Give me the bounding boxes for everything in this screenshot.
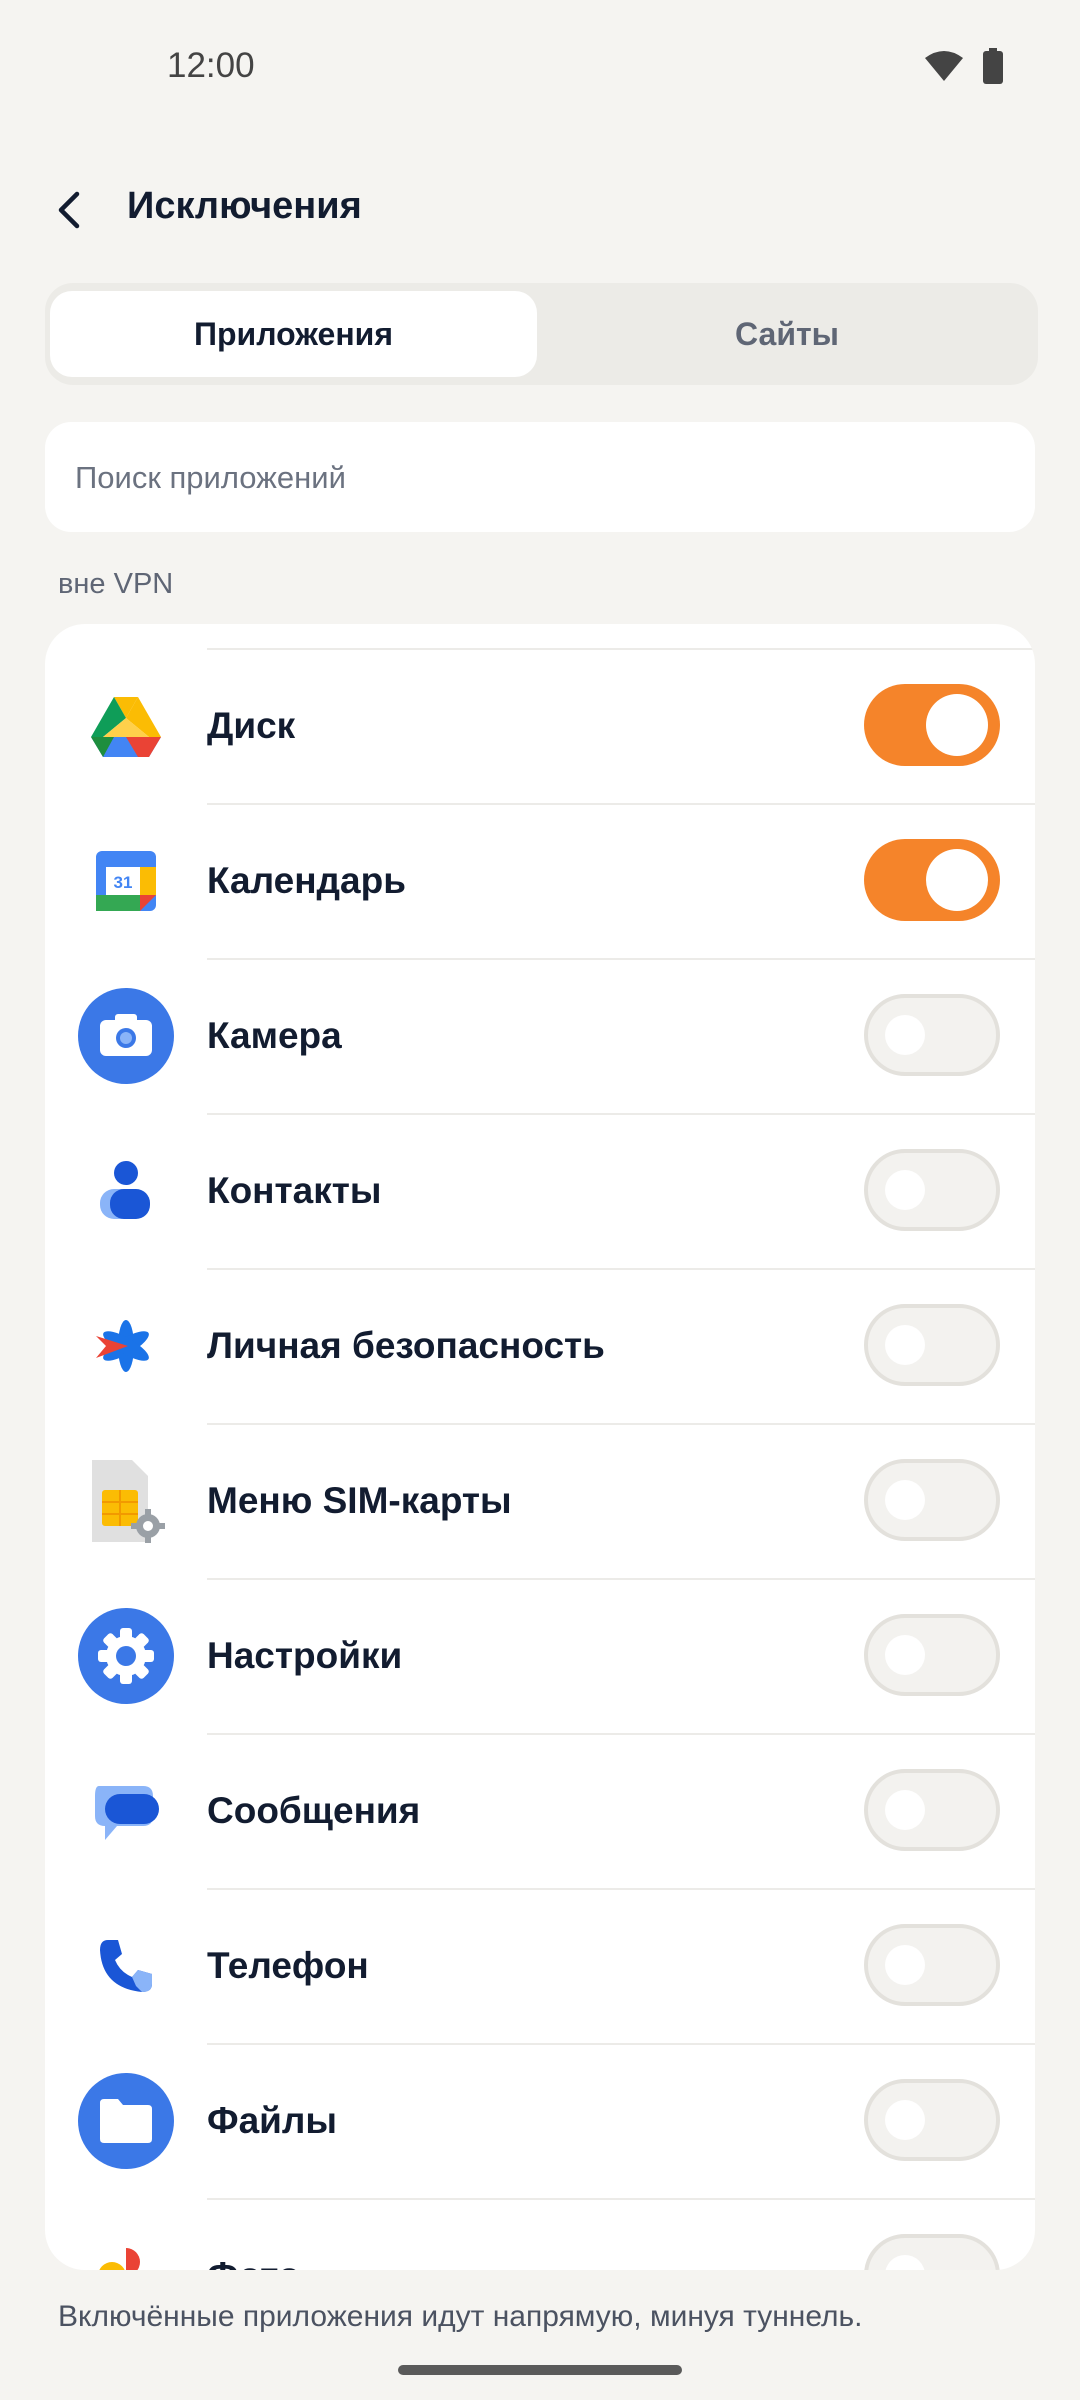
list-item[interactable]: Файлы xyxy=(45,2043,1035,2198)
tab-sites[interactable]: Сайты xyxy=(542,291,1032,377)
settings-icon xyxy=(78,1608,174,1704)
app-name: Контакты xyxy=(207,1170,382,1211)
toggle-knob xyxy=(885,2100,925,2140)
list-item[interactable]: Диск xyxy=(45,648,1035,803)
toggle-switch[interactable] xyxy=(864,684,1000,766)
app-name: Настройки xyxy=(207,1635,403,1676)
list-item[interactable]: Камера xyxy=(45,958,1035,1113)
toggle-knob xyxy=(885,1635,925,1675)
app-name: Камера xyxy=(207,1015,342,1056)
contacts-icon xyxy=(78,1143,174,1239)
battery-icon xyxy=(982,48,1004,89)
page-title: Исключения xyxy=(127,185,362,227)
toggle-knob xyxy=(885,1170,925,1210)
list-item[interactable]: Телефон xyxy=(45,1888,1035,2043)
toggle-switch[interactable] xyxy=(864,1304,1000,1386)
app-name: Личная безопасность xyxy=(207,1325,605,1366)
status-time: 12:00 xyxy=(167,46,255,85)
sim-card-icon xyxy=(78,1453,174,1549)
app-name: Диск xyxy=(207,705,296,746)
photos-icon xyxy=(78,2228,174,2270)
app-name: Фото xyxy=(207,2198,301,2270)
personal-safety-icon xyxy=(78,1298,174,1394)
list-item[interactable]: Фото xyxy=(45,2198,1035,2270)
toggle-switch[interactable] xyxy=(864,994,1000,1076)
toggle-switch[interactable] xyxy=(864,1614,1000,1696)
tab-bar: Приложения Сайты xyxy=(45,283,1038,385)
toggle-switch[interactable] xyxy=(864,2234,1000,2270)
status-bar: 12:00 xyxy=(0,0,1080,130)
list-item[interactable]: 31 Календарь xyxy=(45,803,1035,958)
back-button[interactable] xyxy=(40,180,100,240)
toggle-switch[interactable] xyxy=(864,2079,1000,2161)
app-name: Файлы xyxy=(207,2100,338,2141)
toggle-knob xyxy=(885,1325,925,1365)
toggle-switch[interactable] xyxy=(864,839,1000,921)
list-item[interactable]: Личная безопасность xyxy=(45,1268,1035,1423)
section-label: вне VPN xyxy=(58,568,174,600)
wifi-icon xyxy=(924,50,964,87)
google-drive-icon xyxy=(78,678,174,774)
footer-note: Включённые приложения идут напрямую, мин… xyxy=(58,2300,863,2333)
list-item[interactable]: Настройки xyxy=(45,1578,1035,1733)
header: Исключения xyxy=(0,160,1080,260)
divider xyxy=(207,2198,1035,2200)
google-calendar-icon: 31 xyxy=(78,833,174,929)
calendar-day: 31 xyxy=(114,873,133,892)
app-name: Телефон xyxy=(207,1945,369,1986)
app-list: Диск 31 Календарь Камера Контакты Личная… xyxy=(45,624,1035,2270)
toggle-knob xyxy=(885,2255,925,2270)
toggle-knob xyxy=(885,1015,925,1055)
toggle-switch[interactable] xyxy=(864,1149,1000,1231)
toggle-switch[interactable] xyxy=(864,1459,1000,1541)
list-item[interactable]: Сообщения xyxy=(45,1733,1035,1888)
toggle-knob xyxy=(926,849,988,911)
divider xyxy=(207,648,1035,650)
app-name: Сообщения xyxy=(207,1790,421,1831)
list-item[interactable]: Контакты xyxy=(45,1113,1035,1268)
list-item[interactable]: Меню SIM-карты xyxy=(45,1423,1035,1578)
app-name: Меню SIM-карты xyxy=(207,1480,512,1521)
toggle-knob xyxy=(885,1480,925,1520)
toggle-knob xyxy=(885,1790,925,1830)
messages-icon xyxy=(78,1763,174,1859)
toggle-switch[interactable] xyxy=(864,1924,1000,2006)
navigation-handle[interactable] xyxy=(398,2365,682,2375)
app-name: Календарь xyxy=(207,860,406,901)
search-box xyxy=(45,422,1035,534)
toggle-switch[interactable] xyxy=(864,1769,1000,1851)
search-input[interactable] xyxy=(73,422,1007,534)
toggle-knob xyxy=(885,1945,925,1985)
phone-icon xyxy=(78,1918,174,2014)
back-arrow-icon xyxy=(58,191,80,229)
camera-icon xyxy=(78,988,174,1084)
toggle-knob xyxy=(926,694,988,756)
status-icons xyxy=(924,48,1004,89)
files-icon xyxy=(78,2073,174,2169)
tab-apps[interactable]: Приложения xyxy=(50,291,537,377)
